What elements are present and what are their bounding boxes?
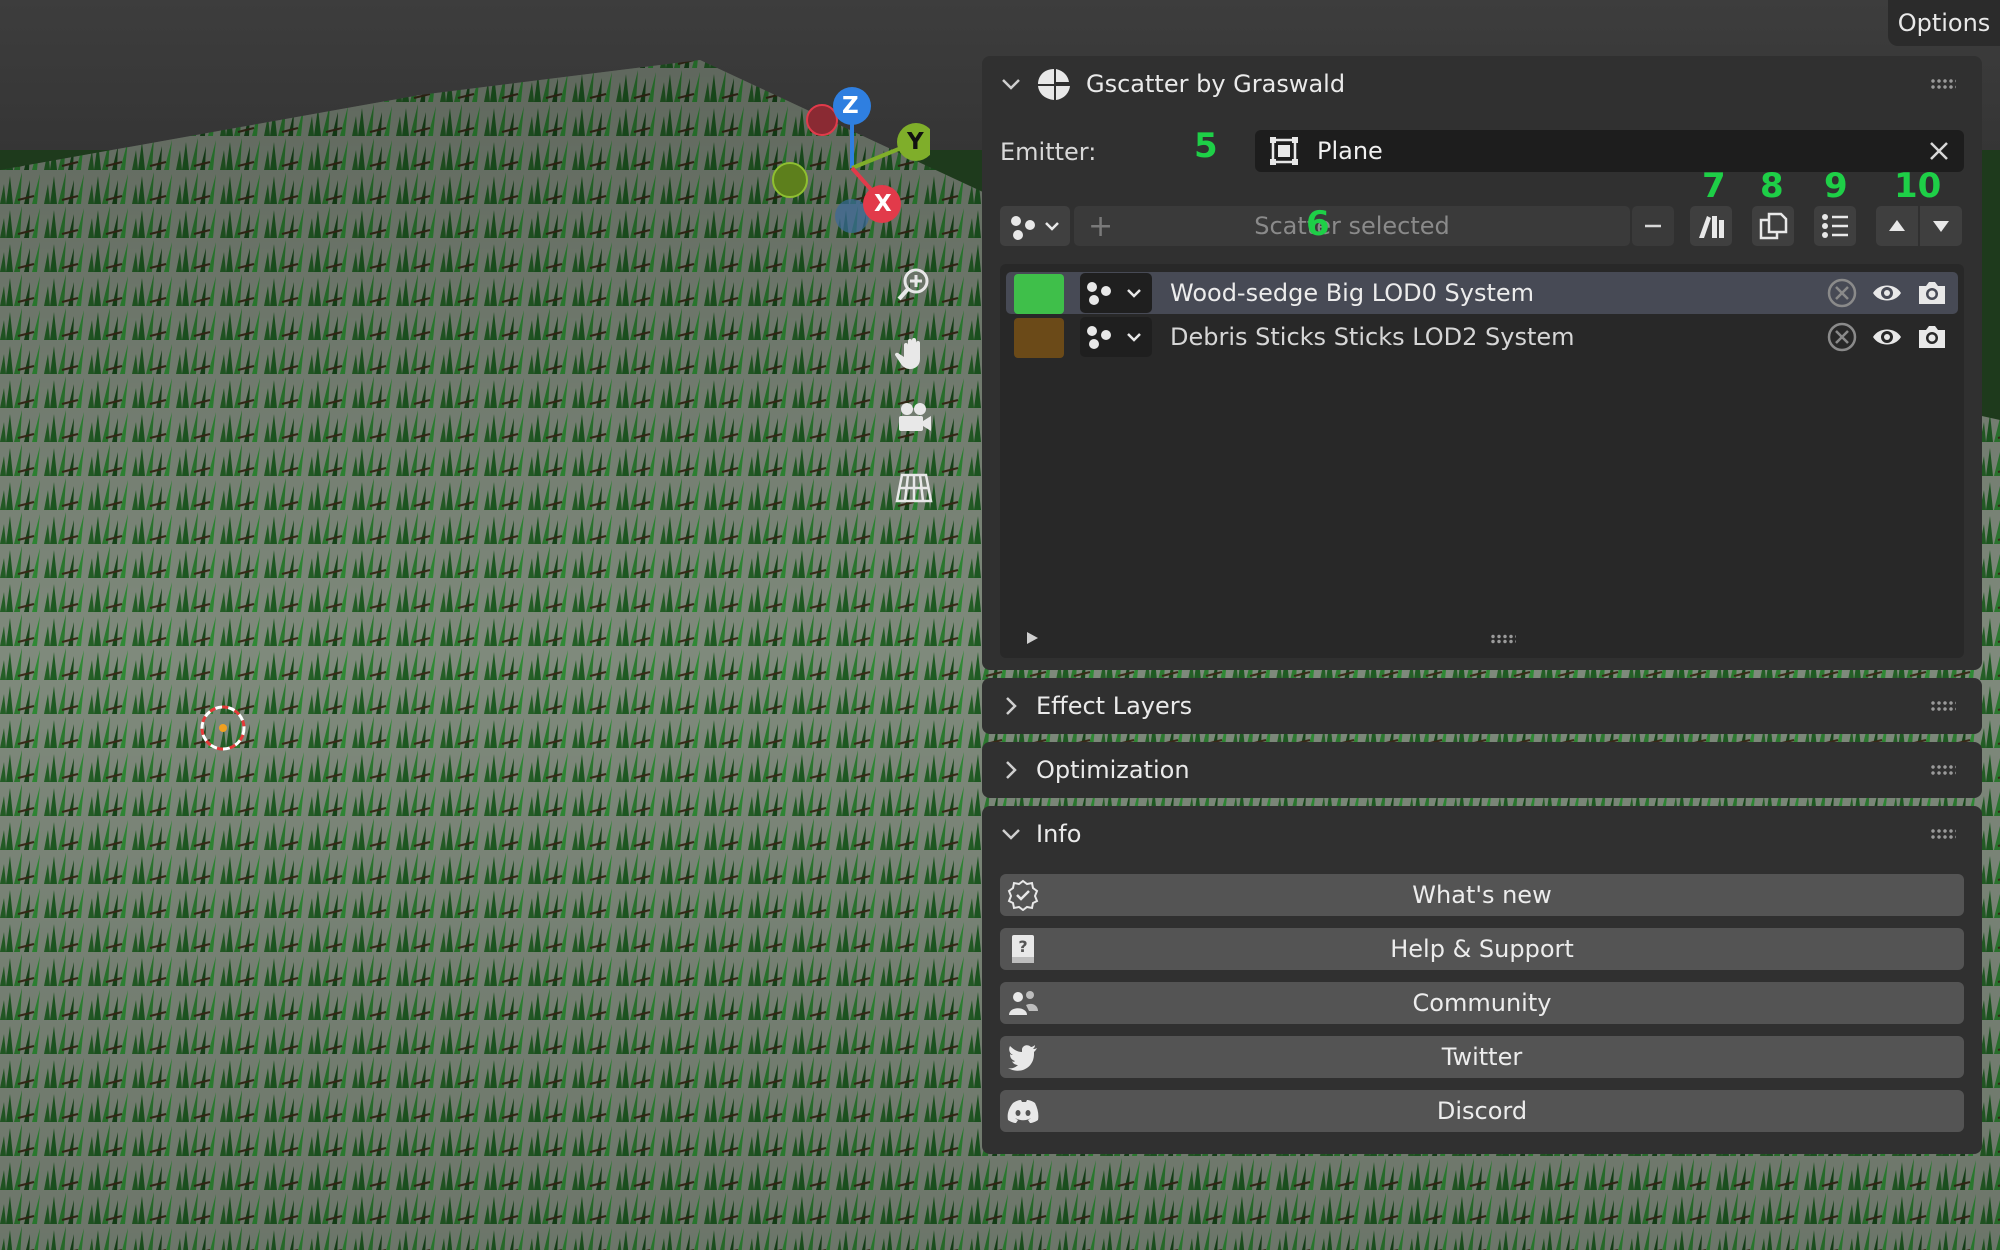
perspective-toggle-button[interactable] [893, 466, 935, 508]
eye-icon[interactable] [1871, 321, 1903, 353]
discord-icon [1007, 1100, 1039, 1123]
effect-layers-section: Effect Layers [982, 678, 1982, 734]
3d-cursor-icon[interactable] [198, 703, 248, 753]
list-item[interactable]: Debris Sticks Sticks LOD2 System [1006, 316, 1958, 358]
panel-grip-handle[interactable] [1930, 764, 1956, 776]
list-options-button[interactable] [1814, 206, 1856, 246]
options-button[interactable]: Options [1888, 0, 2000, 46]
emitter-field[interactable]: Plane [1255, 130, 1964, 172]
svg-text:?: ? [1018, 937, 1027, 956]
clear-emitter-icon[interactable] [1926, 138, 1952, 164]
system-type-dropdown[interactable] [1080, 317, 1152, 357]
library-button[interactable] [1690, 206, 1732, 246]
optimization-title: Optimization [1036, 756, 1190, 784]
marker-6: 6 [1306, 204, 1330, 244]
discord-label: Discord [1436, 1097, 1528, 1125]
remove-system-button[interactable] [1632, 206, 1674, 246]
scatter-selected-button[interactable]: + Scatter selected 6 [1074, 204, 1630, 246]
copy-icon [1759, 212, 1788, 240]
help-support-button[interactable]: ? Help & Support [1000, 928, 1964, 970]
system-type-dropdown[interactable] [1080, 273, 1152, 313]
list-icon [1822, 214, 1848, 238]
system-name: Wood-sedge Big LOD0 System [1170, 279, 1534, 307]
system-name: Debris Sticks Sticks LOD2 System [1170, 323, 1575, 351]
optimization-section: Optimization [982, 742, 1982, 798]
gscatter-header[interactable]: Gscatter by Graswald [982, 56, 1982, 112]
system-color-swatch[interactable] [1014, 318, 1064, 358]
scatter-selected-label: Scatter selected [1254, 212, 1450, 240]
twitter-button[interactable]: Twitter [1000, 1036, 1964, 1078]
play-triangle-icon[interactable] [1024, 630, 1040, 646]
community-label: Community [1412, 989, 1552, 1017]
chevron-down-icon [1002, 829, 1020, 840]
gizmo-z-label: Z [842, 93, 859, 119]
emitter-label: Emitter: [1000, 138, 1097, 166]
marker-5: 5 [1194, 126, 1218, 166]
community-icon [1009, 991, 1038, 1015]
move-down-button[interactable] [1920, 206, 1962, 246]
help-book-icon: ? [1012, 935, 1034, 963]
particles-icon [1087, 282, 1141, 305]
chevron-right-icon [1006, 697, 1017, 715]
scatter-systems-list: Wood-sedge Big LOD0 System Debris Sticks… [1000, 264, 1964, 658]
pan-tool-button[interactable] [893, 332, 935, 374]
effect-layers-header[interactable]: Effect Layers [982, 678, 1982, 734]
marker-9: 9 [1824, 166, 1848, 206]
mesh-object-icon [1270, 137, 1298, 165]
scatter-toolbar: + Scatter selected 6 [1000, 204, 1964, 248]
render-camera-icon[interactable] [1916, 277, 1948, 309]
disable-system-icon[interactable] [1826, 321, 1858, 353]
info-title: Info [1036, 820, 1082, 848]
duplicate-button[interactable] [1752, 206, 1794, 246]
particles-icon [1087, 326, 1141, 349]
community-button[interactable]: Community [1000, 982, 1964, 1024]
move-up-button[interactable] [1876, 206, 1918, 246]
disable-system-icon[interactable] [1826, 277, 1858, 309]
info-section: Info What's new ? Help & Support Communi… [982, 806, 1982, 1154]
chevron-right-icon [1006, 761, 1017, 779]
minus-icon [1645, 224, 1661, 228]
grid-icon [895, 473, 933, 503]
render-camera-icon[interactable] [1916, 321, 1948, 353]
list-resize-handle[interactable] [1490, 634, 1516, 644]
camera-view-button[interactable] [893, 398, 935, 440]
zoom-tool-button[interactable] [893, 264, 935, 306]
help-support-label: Help & Support [1390, 935, 1574, 963]
panel-grip-handle[interactable] [1930, 78, 1956, 90]
system-color-swatch[interactable] [1014, 274, 1064, 314]
panel-grip-handle[interactable] [1930, 700, 1956, 712]
triangle-up-icon [1889, 220, 1905, 231]
emitter-row: Emitter: 5 Plane [1000, 126, 1964, 174]
gizmo-y-label: Y [907, 129, 924, 155]
whats-new-button[interactable]: What's new [1000, 874, 1964, 916]
gizmo-x-label: X [874, 191, 892, 217]
discord-button[interactable]: Discord [1000, 1090, 1964, 1132]
scatter-type-dropdown[interactable] [1000, 206, 1070, 246]
marker-8: 8 [1760, 166, 1784, 206]
info-header[interactable]: Info [982, 806, 1982, 862]
whats-new-label: What's new [1412, 881, 1552, 909]
gscatter-logo-icon [1038, 69, 1070, 100]
panel-grip-handle[interactable] [1930, 828, 1956, 840]
triangle-down-icon [1933, 221, 1949, 232]
gscatter-title: Gscatter by Graswald [1086, 70, 1346, 98]
library-books-icon [1699, 216, 1724, 238]
optimization-header[interactable]: Optimization [982, 742, 1982, 798]
twitter-label: Twitter [1441, 1043, 1523, 1071]
zoom-in-icon [897, 268, 929, 301]
emitter-value: Plane [1317, 137, 1383, 165]
eye-icon[interactable] [1871, 277, 1903, 309]
effect-layers-title: Effect Layers [1036, 692, 1193, 720]
video-camera-icon [899, 403, 931, 431]
marker-10: 10 [1894, 166, 1942, 206]
list-item[interactable]: Wood-sedge Big LOD0 System [1006, 272, 1958, 314]
hand-icon [894, 338, 920, 369]
badge-check-icon [1007, 879, 1039, 911]
marker-7: 7 [1702, 166, 1726, 206]
twitter-icon [1008, 1045, 1037, 1071]
particles-icon [1011, 216, 1059, 240]
gscatter-section: Gscatter by Graswald Emitter: 5 Plane 7 … [982, 56, 1982, 670]
sidebar-panel: Gscatter by Graswald Emitter: 5 Plane 7 … [982, 56, 1982, 1162]
chevron-down-icon [1002, 79, 1020, 90]
